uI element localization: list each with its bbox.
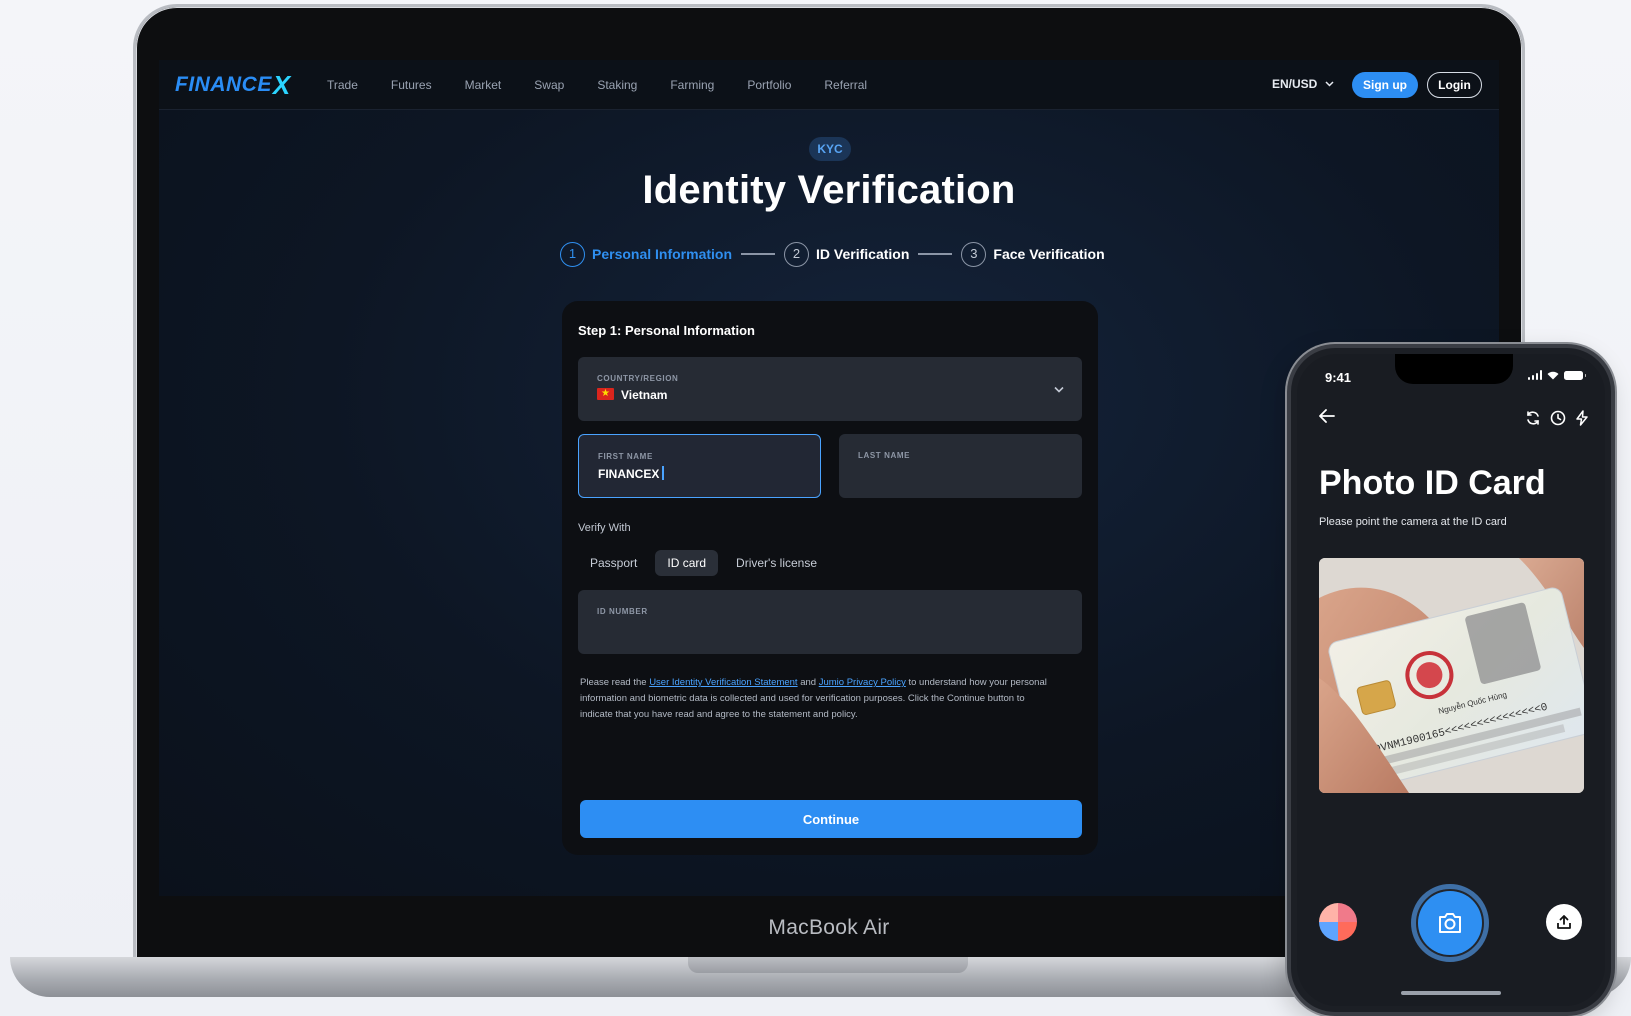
tab-passport[interactable]: Passport	[578, 550, 649, 576]
legal-prefix: Please read the	[580, 677, 650, 688]
phone-screen: 9:41 Photo ID Card Please point the came…	[1297, 354, 1605, 1006]
status-icons	[1527, 370, 1586, 380]
chevron-down-icon	[1325, 81, 1334, 87]
legal-notice: Please read the User Identity Verificati…	[580, 675, 1050, 723]
form-title: Step 1: Personal Information	[578, 323, 755, 338]
nav-link-swap[interactable]: Swap	[534, 78, 564, 92]
first-name-label: FIRST NAME	[598, 452, 653, 461]
privacy-policy-link[interactable]: Jumio Privacy Policy	[819, 677, 906, 688]
id-card-camera-preview: Nguyễn Quốc Hùng IDVNM1900165<<<<<<<<<<<…	[1319, 558, 1584, 793]
nav-link-futures[interactable]: Futures	[391, 78, 432, 92]
page-title: Identity Verification	[642, 168, 1016, 212]
login-button[interactable]: Login	[1427, 72, 1482, 98]
chevron-down-icon	[1054, 386, 1064, 393]
home-indicator	[1401, 991, 1501, 995]
verify-with-tabs: Passport ID card Driver's license	[578, 550, 829, 576]
text-cursor	[662, 466, 664, 480]
step-number: 2	[784, 241, 810, 267]
top-nav: FINANCE X Trade Futures Market Swap Staki…	[159, 60, 1499, 110]
signup-button[interactable]: Sign up	[1352, 72, 1418, 98]
step-label: Personal Information	[592, 246, 733, 262]
step-number: 3	[961, 241, 987, 267]
upload-button[interactable]	[1546, 904, 1582, 940]
logo[interactable]: FINANCE X	[175, 69, 291, 100]
first-name-field[interactable]: FIRST NAME FINANCEX	[578, 434, 821, 498]
verify-with-label: Verify With	[578, 522, 631, 534]
tab-drivers-license[interactable]: Driver's license	[724, 550, 829, 576]
step-personal-information: 1 Personal Information	[560, 241, 733, 267]
rotate-camera-icon[interactable]	[1525, 410, 1541, 426]
status-time: 9:41	[1325, 370, 1352, 385]
battery-icon	[1564, 370, 1586, 380]
kyc-form-card: Step 1: Personal Information COUNTRY/REG…	[562, 301, 1098, 855]
step-connector	[741, 253, 776, 255]
dynamic-island	[1395, 354, 1513, 384]
step-id-verification: 2 ID Verification	[784, 241, 910, 267]
shutter-button[interactable]	[1418, 891, 1482, 955]
language-label: EN/USD	[1272, 77, 1318, 91]
back-arrow-icon[interactable]	[1319, 409, 1335, 423]
first-name-value: FINANCEX	[598, 467, 660, 481]
tab-id-card[interactable]: ID card	[655, 550, 719, 576]
country-value: Vietnam	[621, 388, 668, 402]
nav-link-farming[interactable]: Farming	[670, 78, 714, 92]
nav-link-referral[interactable]: Referral	[824, 78, 867, 92]
nav-link-portfolio[interactable]: Portfolio	[747, 78, 791, 92]
stepper: 1 Personal Information 2 ID Verification…	[560, 241, 1105, 267]
nav-link-staking[interactable]: Staking	[597, 78, 637, 92]
camera-icon	[1439, 913, 1461, 933]
continue-button[interactable]: Continue	[580, 800, 1082, 838]
logo-x: X	[272, 69, 291, 100]
identity-statement-link[interactable]: User Identity Verification Statement	[649, 677, 797, 688]
logo-text: FINANCE	[175, 73, 272, 96]
id-card-image: Nguyễn Quốc Hùng IDVNM1900165<<<<<<<<<<<…	[1319, 558, 1584, 793]
id-number-field[interactable]: ID NUMBER	[578, 590, 1082, 654]
step-label: ID Verification	[816, 246, 910, 262]
wifi-icon	[1547, 371, 1559, 379]
phone-title: Photo ID Card	[1319, 464, 1546, 502]
step-connector	[918, 253, 953, 255]
legal-mid: and	[797, 677, 819, 688]
phone-subtitle: Please point the camera at the ID card	[1319, 516, 1507, 528]
id-number-label: ID NUMBER	[597, 607, 648, 616]
vietnam-flag-icon: ★	[597, 388, 614, 400]
timer-icon[interactable]	[1550, 410, 1566, 426]
step-label: Face Verification	[993, 246, 1105, 262]
last-name-field[interactable]: LAST NAME	[839, 434, 1082, 498]
language-selector[interactable]: EN/USD	[1272, 77, 1334, 91]
signal-icon	[1527, 370, 1542, 380]
last-name-label: LAST NAME	[858, 451, 911, 460]
first-name-value-wrap: FINANCEX	[598, 466, 664, 481]
country-label: COUNTRY/REGION	[597, 374, 679, 383]
nav-link-trade[interactable]: Trade	[327, 78, 358, 92]
camera-tools	[1525, 410, 1589, 426]
laptop-notch	[688, 957, 968, 973]
country-select[interactable]: COUNTRY/REGION ★ Vietnam	[578, 357, 1082, 421]
step-face-verification: 3 Face Verification	[961, 241, 1105, 267]
step-number: 1	[560, 241, 585, 267]
nav-link-market[interactable]: Market	[465, 78, 502, 92]
flash-icon[interactable]	[1575, 410, 1589, 426]
country-value-wrap: ★ Vietnam	[597, 388, 667, 402]
upload-icon	[1557, 915, 1571, 929]
nav-links: Trade Futures Market Swap Staking Farmin…	[327, 60, 900, 110]
gallery-thumbnail[interactable]	[1319, 903, 1357, 941]
kyc-badge: KYC	[809, 137, 851, 161]
phone-frame: 9:41 Photo ID Card Please point the came…	[1287, 344, 1615, 1016]
